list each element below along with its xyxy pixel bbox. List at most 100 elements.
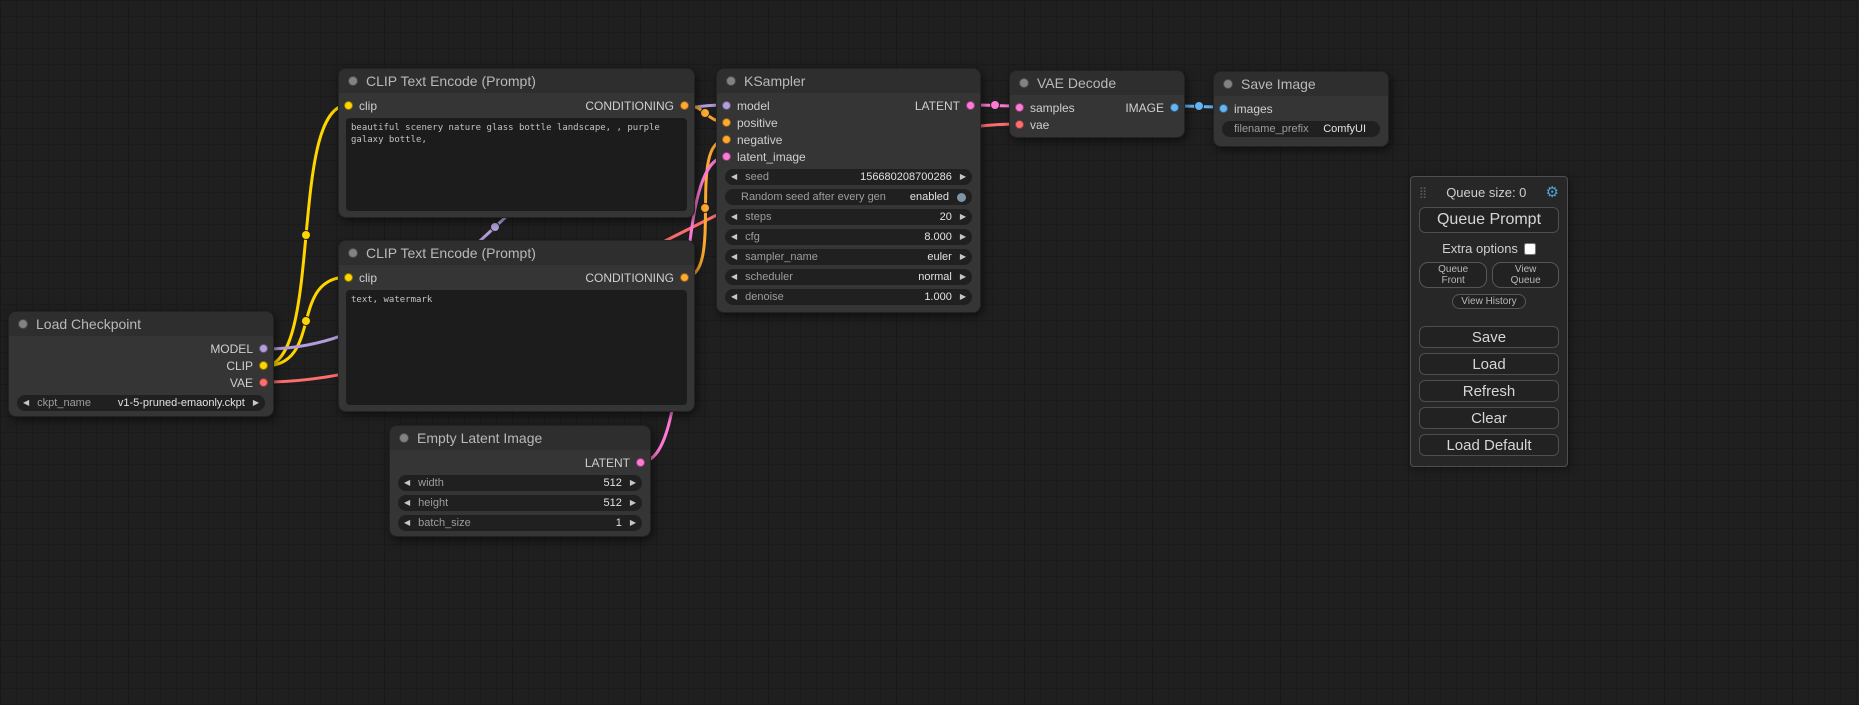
conditioning-output-port[interactable] [680,273,689,282]
wire-midpoint-dot [1195,102,1204,111]
model-output-port[interactable] [259,344,268,353]
images-input-port[interactable] [1219,104,1228,113]
widget-value: enabled [910,191,949,203]
node-title-bar[interactable]: CLIP Text Encode (Prompt) [339,241,694,265]
save-button[interactable]: Save [1419,326,1559,348]
drag-handle-icon[interactable]: ⣿ [1419,186,1427,199]
widget-scheduler[interactable]: ◀ scheduler normal ▶ [725,269,972,285]
node-clip-text-encode-negative[interactable]: CLIP Text Encode (Prompt) clip CONDITION… [338,240,695,412]
node-title-bar[interactable]: Empty Latent Image [390,426,650,450]
widget-seed[interactable]: ◀ seed 156680208700286 ▶ [725,169,972,185]
arrow-left-icon[interactable]: ◀ [404,519,410,527]
collapse-dot-icon[interactable] [348,76,358,86]
view-history-button[interactable]: View History [1452,294,1525,309]
node-title: VAE Decode [1037,75,1116,91]
widget-sampler-name[interactable]: ◀ sampler_name euler ▶ [725,249,972,265]
widget-value: 512 [603,497,621,509]
arrow-left-icon[interactable]: ◀ [731,273,737,281]
arrow-right-icon[interactable]: ▶ [253,399,259,407]
widget-value: normal [918,271,952,283]
arrow-right-icon[interactable]: ▶ [960,253,966,261]
arrow-left-icon[interactable]: ◀ [404,499,410,507]
arrow-right-icon[interactable]: ▶ [960,273,966,281]
collapse-dot-icon[interactable] [726,76,736,86]
negative-input-label: negative [737,133,782,147]
arrow-right-icon[interactable]: ▶ [960,213,966,221]
node-title: CLIP Text Encode (Prompt) [366,245,536,261]
node-title-bar[interactable]: Load Checkpoint [9,312,273,336]
negative-input-port[interactable] [722,135,731,144]
collapse-dot-icon[interactable] [348,248,358,258]
arrow-right-icon[interactable]: ▶ [630,519,636,527]
arrow-left-icon[interactable]: ◀ [731,253,737,261]
queue-prompt-button[interactable]: Queue Prompt [1419,207,1559,233]
arrow-left-icon[interactable]: ◀ [731,233,737,241]
arrow-right-icon[interactable]: ▶ [960,293,966,301]
load-default-button[interactable]: Load Default [1419,434,1559,456]
positive-prompt-textarea[interactable]: beautiful scenery nature glass bottle la… [346,118,687,211]
arrow-left-icon[interactable]: ◀ [731,213,737,221]
conditioning-output-label: CONDITIONING [585,99,674,113]
widget-denoise[interactable]: ◀ denoise 1.000 ▶ [725,289,972,305]
clear-button[interactable]: Clear [1419,407,1559,429]
node-save-image[interactable]: Save Image images filename_prefix ComfyU… [1213,71,1389,147]
queue-front-button[interactable]: Queue Front [1419,262,1487,288]
collapse-dot-icon[interactable] [18,319,28,329]
node-graph-canvas[interactable]: Load Checkpoint MODEL CLIP VAE [0,0,1859,705]
arrow-right-icon[interactable]: ▶ [960,173,966,181]
widget-width[interactable]: ◀ width 512 ▶ [398,475,642,491]
toggle-knob-icon [957,193,966,202]
arrow-left-icon[interactable]: ◀ [731,173,737,181]
collapse-dot-icon[interactable] [1223,79,1233,89]
model-input-port[interactable] [722,101,731,110]
collapse-dot-icon[interactable] [1019,78,1029,88]
widget-cfg[interactable]: ◀ cfg 8.000 ▶ [725,229,972,245]
widget-batch-size[interactable]: ◀ batch_size 1 ▶ [398,515,642,531]
conditioning-output-port[interactable] [680,101,689,110]
widget-steps[interactable]: ◀ steps 20 ▶ [725,209,972,225]
node-load-checkpoint[interactable]: Load Checkpoint MODEL CLIP VAE [8,311,274,417]
latent-output-port[interactable] [636,458,645,467]
samples-input-port[interactable] [1015,103,1024,112]
node-title-bar[interactable]: Save Image [1214,72,1388,96]
widget-filename-prefix[interactable]: filename_prefix ComfyUI [1222,121,1380,137]
arrow-left-icon[interactable]: ◀ [731,293,737,301]
node-vae-decode[interactable]: VAE Decode samples IMAGE vae [1009,70,1185,138]
widget-random-seed-toggle[interactable]: Random seed after every gen enabled [725,189,972,205]
image-output-port[interactable] [1170,103,1179,112]
vae-output-port[interactable] [259,378,268,387]
clip-output-label: CLIP [226,359,253,373]
node-clip-text-encode-positive[interactable]: CLIP Text Encode (Prompt) clip CONDITION… [338,68,695,218]
latent-image-input-port[interactable] [722,152,731,161]
settings-gear-icon[interactable]: ⚙ [1546,185,1559,200]
widget-ckpt-name[interactable]: ◀ ckpt_name v1-5-pruned-emaonly.ckpt ▶ [17,395,265,411]
positive-input-port[interactable] [722,118,731,127]
negative-prompt-textarea[interactable]: text, watermark [346,290,687,405]
arrow-right-icon[interactable]: ▶ [630,479,636,487]
arrow-right-icon[interactable]: ▶ [960,233,966,241]
clip-output-port[interactable] [259,361,268,370]
input-row: images [1214,100,1388,117]
node-empty-latent-image[interactable]: Empty Latent Image LATENT ◀ width 512 ▶ … [389,425,651,537]
node-ksampler[interactable]: KSampler model LATENT positive [716,68,981,313]
node-title-bar[interactable]: VAE Decode [1010,71,1184,95]
view-queue-button[interactable]: View Queue [1492,262,1559,288]
arrow-left-icon[interactable]: ◀ [23,399,29,407]
node-title-bar[interactable]: CLIP Text Encode (Prompt) [339,69,694,93]
latent-output-port[interactable] [966,101,975,110]
output-row: CLIP [9,357,273,374]
clip-input-port[interactable] [344,273,353,282]
arrow-right-icon[interactable]: ▶ [630,499,636,507]
clip-input-port[interactable] [344,101,353,110]
collapse-dot-icon[interactable] [399,433,409,443]
widget-height[interactable]: ◀ height 512 ▶ [398,495,642,511]
node-title-bar[interactable]: KSampler [717,69,980,93]
widget-label: width [418,477,444,489]
output-row: LATENT [390,454,650,471]
extra-options-checkbox[interactable] [1524,243,1536,255]
load-button[interactable]: Load [1419,353,1559,375]
arrow-left-icon[interactable]: ◀ [404,479,410,487]
refresh-button[interactable]: Refresh [1419,380,1559,402]
widget-value: 1.000 [924,291,952,303]
vae-input-port[interactable] [1015,120,1024,129]
